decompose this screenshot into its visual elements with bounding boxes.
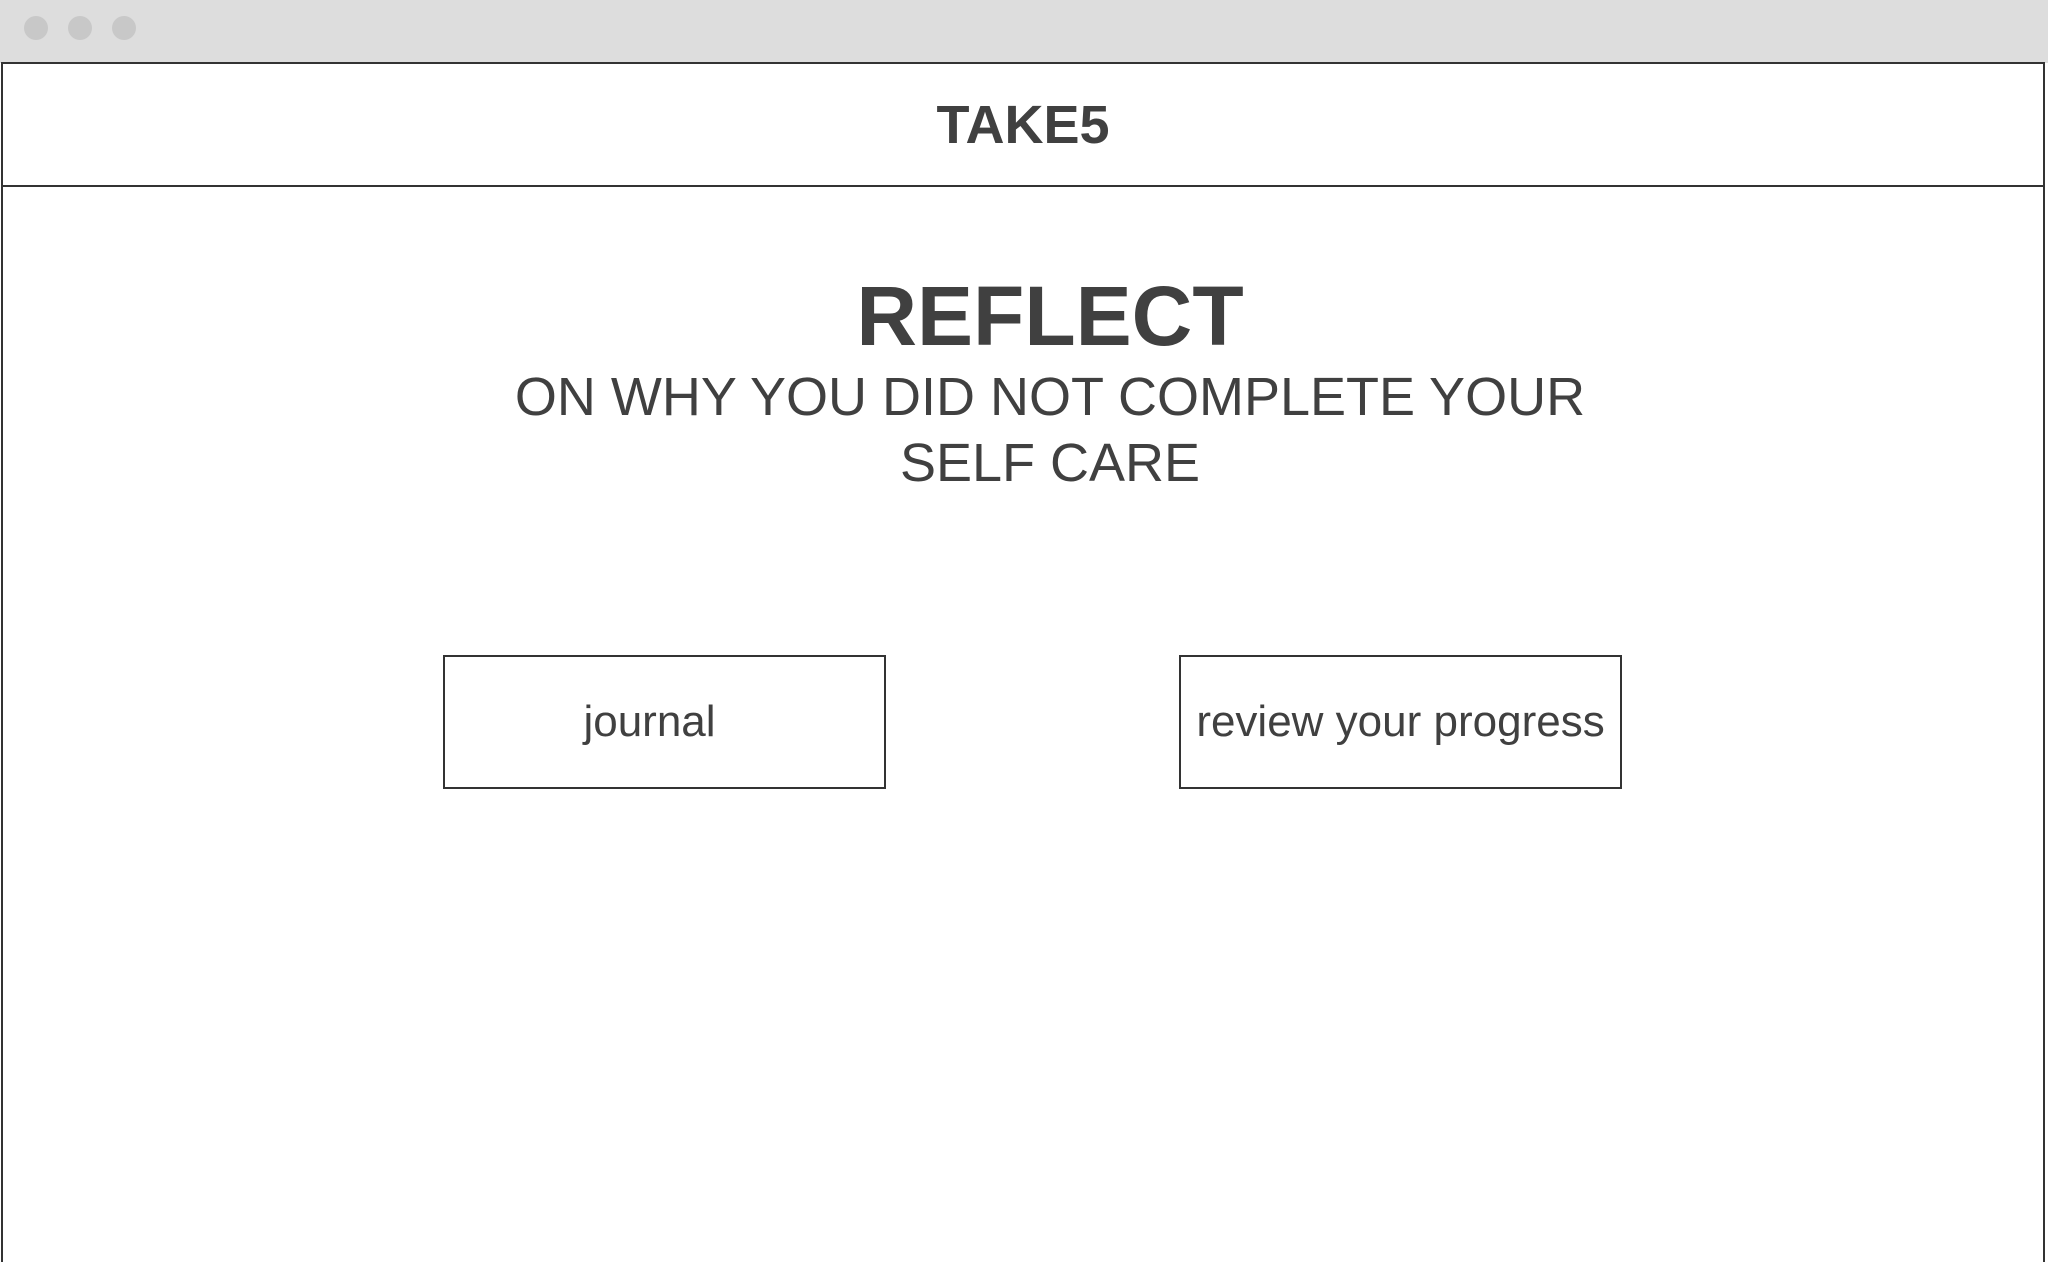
page-subtitle: ON WHY YOU DID NOT COMPLETE YOUR SELF CA… <box>514 367 1586 493</box>
window-close-dot-icon[interactable] <box>24 16 48 40</box>
window-titlebar <box>0 0 2048 63</box>
window-minimize-dot-icon[interactable] <box>68 16 92 40</box>
journal-button[interactable]: journal <box>443 655 886 789</box>
app-header: TAKE5 <box>3 64 2043 187</box>
page-frame: TAKE5 <box>1 62 2045 1262</box>
review-progress-button-label: review your progress <box>1196 697 1605 746</box>
journal-button-label: journal <box>583 697 716 746</box>
reflect-section: REFLECT ON WHY YOU DID NOT COMPLETE YOUR… <box>450 268 1650 496</box>
page-title: REFLECT <box>856 269 1244 363</box>
app-brand: TAKE5 <box>936 95 1110 155</box>
review-progress-button[interactable]: review your progress <box>1179 655 1622 789</box>
window-maximize-dot-icon[interactable] <box>112 16 136 40</box>
